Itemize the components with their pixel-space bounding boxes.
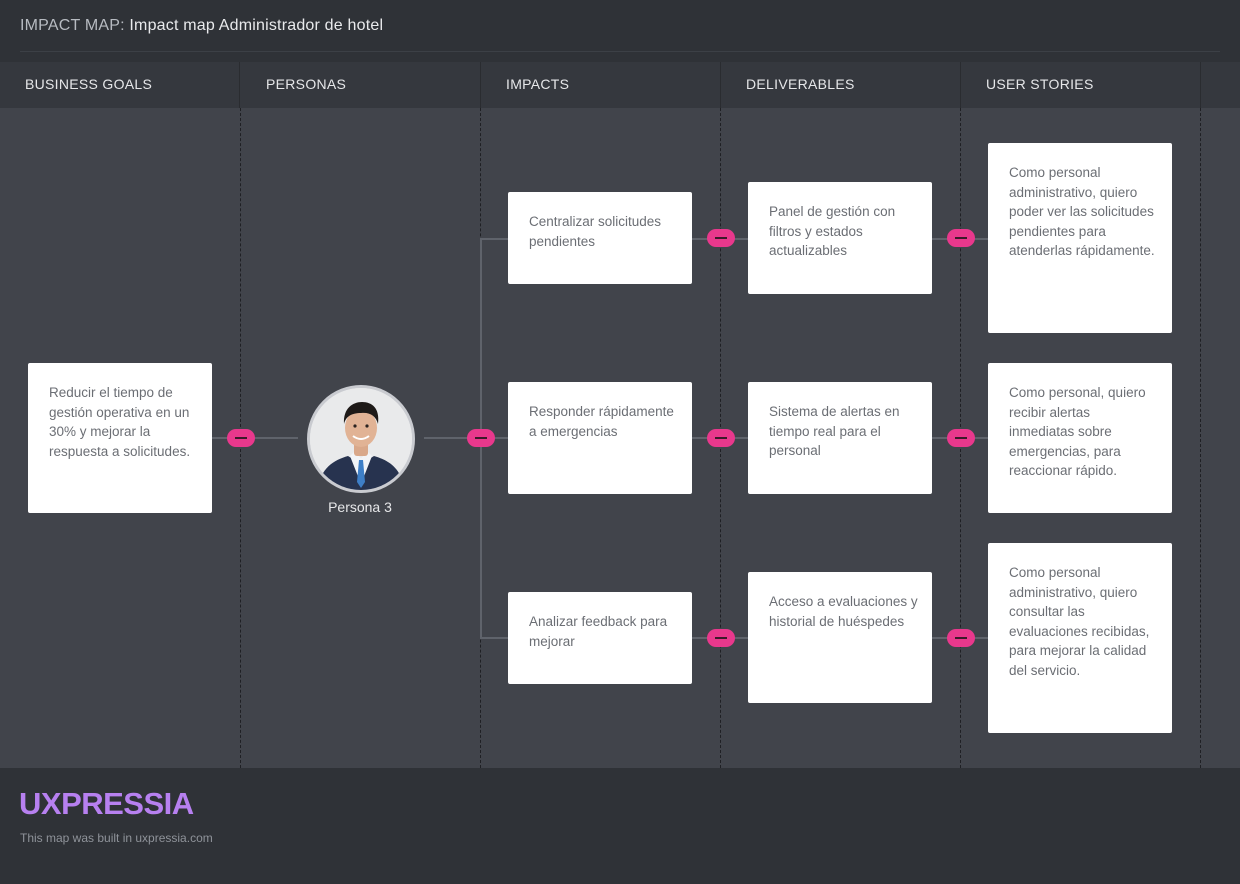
column-headers: BUSINESS GOALS PERSONAS IMPACTS DELIVERA… bbox=[0, 62, 1240, 108]
user-story-card[interactable]: Como personal, quiero recibir alertas in… bbox=[988, 363, 1172, 513]
collapse-button[interactable] bbox=[707, 229, 735, 247]
connector-line bbox=[480, 637, 508, 639]
user-story-card[interactable]: Como personal administrativo, quiero con… bbox=[988, 543, 1172, 733]
collapse-button[interactable] bbox=[947, 429, 975, 447]
business-goal-card[interactable]: Reducir el tiempo de gestión operativa e… bbox=[28, 363, 212, 513]
impact-map-canvas: BUSINESS GOALS PERSONAS IMPACTS DELIVERA… bbox=[0, 62, 1240, 768]
persona-photo bbox=[310, 388, 412, 490]
collapse-button[interactable] bbox=[947, 629, 975, 647]
collapse-button[interactable] bbox=[707, 629, 735, 647]
collapse-button[interactable] bbox=[947, 229, 975, 247]
deliverable-card[interactable]: Acceso a evaluaciones y historial de hué… bbox=[748, 572, 932, 703]
impact-card[interactable]: Responder rápidamente a emergencias bbox=[508, 382, 692, 494]
footer: UXPRESSIA This map was built in uxpressi… bbox=[0, 768, 1240, 884]
uxpressia-logo[interactable]: UXPRESSIA bbox=[19, 786, 194, 822]
collapse-button[interactable] bbox=[467, 429, 495, 447]
impact-card[interactable]: Analizar feedback para mejorar bbox=[508, 592, 692, 684]
collapse-button[interactable] bbox=[227, 429, 255, 447]
persona-avatar-icon[interactable] bbox=[307, 385, 415, 493]
user-story-card[interactable]: Como personal administrativo, quiero pod… bbox=[988, 143, 1172, 333]
collapse-button[interactable] bbox=[707, 429, 735, 447]
persona-name[interactable]: Persona 3 bbox=[300, 499, 420, 515]
footer-note: This map was built in uxpressia.com bbox=[20, 831, 213, 845]
column-divider bbox=[1200, 108, 1201, 768]
column-header-personas: PERSONAS bbox=[241, 62, 481, 108]
map-title: IMPACT MAP: Impact map Administrador de … bbox=[20, 17, 383, 35]
deliverable-card[interactable]: Sistema de alertas en tiempo real para e… bbox=[748, 382, 932, 494]
column-header-user-stories: USER STORIES bbox=[961, 62, 1201, 108]
column-header-impacts: IMPACTS bbox=[481, 62, 721, 108]
header: IMPACT MAP: Impact map Administrador de … bbox=[0, 0, 1240, 52]
map-title-value[interactable]: Impact map Administrador de hotel bbox=[129, 17, 383, 34]
map-title-label: IMPACT MAP: bbox=[20, 17, 125, 34]
connector-line bbox=[212, 437, 298, 439]
column-header-business-goals: BUSINESS GOALS bbox=[0, 62, 240, 108]
column-header-deliverables: DELIVERABLES bbox=[721, 62, 961, 108]
deliverable-card[interactable]: Panel de gestión con filtros y estados a… bbox=[748, 182, 932, 294]
impact-card[interactable]: Centralizar solicitudes pendientes bbox=[508, 192, 692, 284]
connector-line bbox=[480, 238, 508, 240]
